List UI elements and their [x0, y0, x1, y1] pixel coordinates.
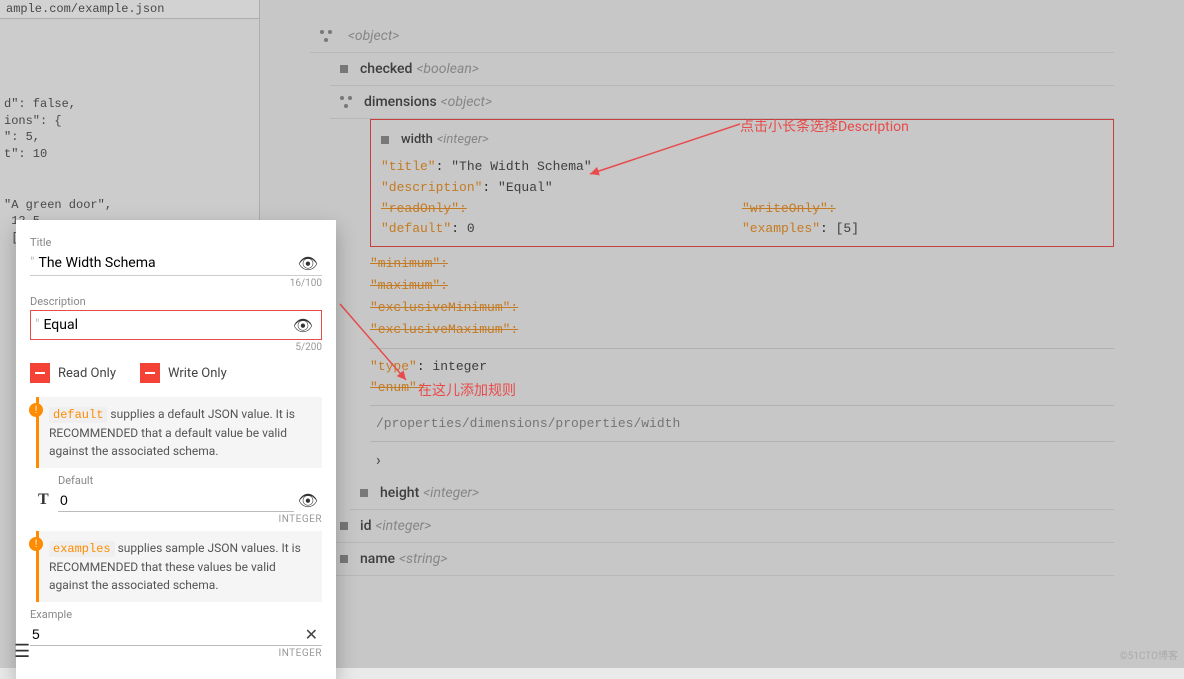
description-counter: 5/200 — [30, 342, 322, 353]
kv-writeonly: "writeOnly": — [742, 199, 1103, 220]
example-input[interactable] — [30, 623, 301, 645]
description-input[interactable] — [41, 313, 288, 337]
json-pointer-path: /properties/dimensions/properties/width — [370, 405, 1114, 442]
tree-item-name[interactable]: name <string> — [330, 543, 1114, 576]
toggle-off-icon — [140, 363, 160, 383]
kv-min: "minimum": — [370, 253, 1114, 275]
info-icon: ! — [29, 537, 43, 551]
title-input[interactable] — [36, 251, 293, 275]
prop-name: id — [360, 518, 371, 534]
readonly-label: Read Only — [58, 366, 116, 381]
object-icon — [340, 96, 352, 108]
property-editor-card: Title " 👁 16/100 Description " 👁 5/200 R… — [16, 220, 336, 679]
annotation-rule-hint: 在这儿添加规则 — [418, 380, 516, 400]
kv-type-key: "type" — [370, 359, 417, 374]
leaf-icon — [340, 522, 348, 530]
prop-name: checked — [360, 61, 412, 77]
type-glyph-icon: T — [38, 491, 58, 509]
leaf-icon — [340, 555, 348, 563]
root-type: <object> — [348, 28, 399, 44]
kv-desc-val: "Equal" — [498, 180, 553, 195]
example-label: Example — [30, 608, 322, 621]
title-label: Title — [30, 236, 322, 249]
kv-examples-val: [5] — [836, 221, 859, 236]
leaf-icon — [360, 489, 368, 497]
writeonly-label: Write Only — [168, 366, 227, 381]
default-input[interactable] — [58, 489, 294, 512]
tree-root-object[interactable]: <object> — [310, 20, 1114, 53]
clear-icon[interactable]: ✕ — [301, 625, 322, 644]
toggle-off-icon — [30, 363, 50, 383]
default-help: ! default supplies a default JSON value.… — [36, 397, 322, 468]
constraint-list: "minimum": "maximum": "exclusiveMinimum"… — [370, 247, 1114, 347]
tree-item-height[interactable]: height <integer> — [350, 477, 1114, 510]
json-source-snippet: d": false, ions": { ": 5, t": 10 "A gree… — [0, 19, 259, 251]
kv-exmin: "exclusiveMinimum": — [370, 297, 1114, 319]
prop-name: height — [380, 485, 419, 501]
writeonly-toggle[interactable]: Write Only — [140, 363, 227, 383]
leaf-icon — [381, 136, 389, 144]
source-url: ample.com/example.json — [0, 0, 259, 19]
default-keyword: default — [49, 407, 107, 423]
watermark: ©51CTO博客 — [1120, 647, 1178, 662]
kv-exmax: "exclusiveMaximum": — [370, 319, 1114, 341]
kv-default-val: 0 — [467, 221, 475, 236]
visibility-toggle-icon[interactable]: 👁 — [294, 491, 322, 510]
readonly-toggle[interactable]: Read Only — [30, 363, 116, 383]
examples-help: ! examples supplies sample JSON values. … — [36, 531, 322, 602]
prop-name: dimensions — [364, 94, 437, 110]
examples-keyword: examples — [49, 541, 115, 557]
visibility-toggle-icon[interactable]: 👁 — [289, 316, 317, 335]
prop-name: width — [401, 132, 433, 147]
collapse-caret[interactable]: › — [370, 442, 1114, 477]
tree-item-id[interactable]: id <integer> — [330, 510, 1114, 543]
kv-readonly: "readOnly": — [381, 199, 742, 220]
prop-type: <integer> — [437, 132, 489, 147]
kv-max: "maximum": — [370, 275, 1114, 297]
kv-default-key: "default" — [381, 221, 451, 236]
visibility-toggle-icon[interactable]: 👁 — [294, 254, 322, 273]
type-hint: INTEGER — [58, 514, 322, 525]
tree-item-checked[interactable]: checked <boolean> — [330, 53, 1114, 86]
prop-type: <boolean> — [416, 61, 479, 77]
schema-tree: <object> checked <boolean> dimensions <o… — [260, 0, 1184, 668]
info-icon: ! — [29, 403, 43, 417]
prop-type: <object> — [441, 94, 492, 110]
title-counter: 16/100 — [30, 278, 322, 289]
kv-title-val: "The Width Schema" — [451, 159, 591, 174]
default-label: Default — [58, 474, 322, 487]
type-hint: INTEGER — [30, 648, 322, 659]
leaf-icon — [340, 65, 348, 73]
kv-type-val: integer — [432, 359, 487, 374]
object-icon — [320, 30, 332, 42]
tree-item-width-detail[interactable]: width <integer> "title": "The Width Sche… — [370, 119, 1114, 247]
prop-type: <integer> — [423, 485, 479, 501]
description-label: Description — [30, 295, 322, 308]
kv-examples-key: "examples" — [742, 221, 820, 236]
annotation-desc-hint: 点击小长条选择Description — [740, 116, 909, 136]
kv-desc-key: "description" — [381, 180, 482, 195]
menu-icon[interactable]: ☰ — [14, 641, 30, 662]
prop-type: <string> — [399, 551, 448, 567]
kv-title-key: "title" — [381, 159, 436, 174]
prop-name: name — [360, 551, 395, 567]
prop-type: <integer> — [375, 518, 431, 534]
tree-item-dimensions[interactable]: dimensions <object> — [330, 86, 1114, 119]
